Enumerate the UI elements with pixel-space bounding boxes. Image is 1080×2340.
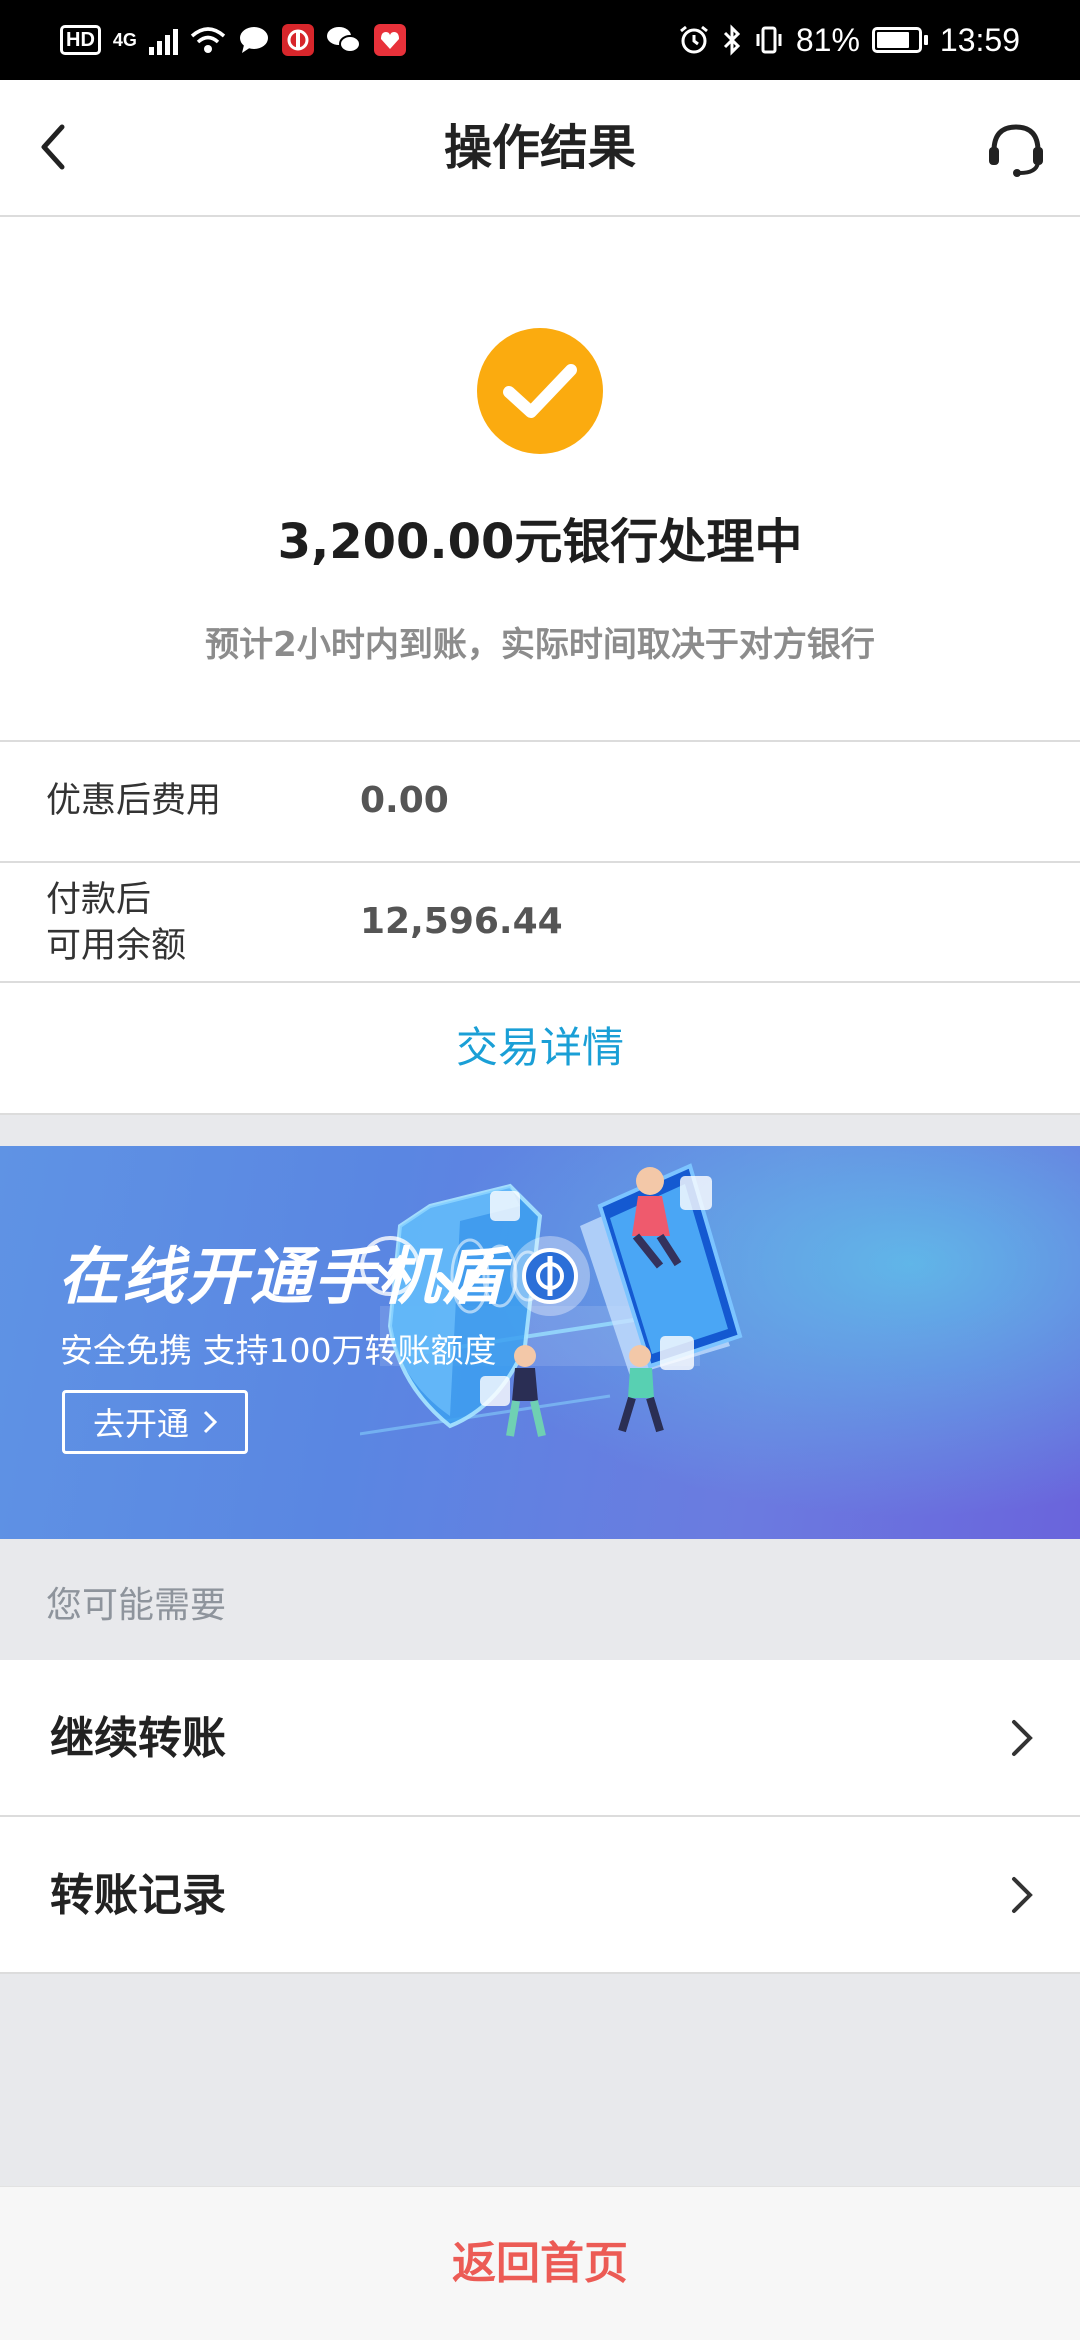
nav-bar: 操作结果 xyxy=(0,80,1080,217)
message-icon xyxy=(239,27,268,53)
promo-banner[interactable]: 在线开通手机盾 安全免携 支持100万转账额度 去开通 xyxy=(0,1146,1080,1539)
battery-percent: 81% xyxy=(795,21,860,58)
chevron-right-icon xyxy=(1012,1720,1033,1756)
transaction-detail-link[interactable]: 交易详情 xyxy=(0,981,1080,1115)
bank-app-icon xyxy=(281,24,314,56)
list-item-label: 转账记录 xyxy=(50,1870,226,1921)
banner-button-label: 去开通 xyxy=(92,1405,189,1443)
page-title: 操作结果 xyxy=(443,120,636,176)
result-section: 3,200.00元银行处理中 预计2小时内到账，实际时间取决于对方银行 xyxy=(0,217,1080,740)
hd-indicator: HD xyxy=(60,25,101,55)
vibrate-icon xyxy=(756,26,782,54)
back-button[interactable] xyxy=(22,112,82,182)
status-bar-right: 81% 13:59 xyxy=(678,22,1020,59)
result-title: 3,200.00元银行处理中 xyxy=(277,514,803,570)
balance-row: 付款后 可用余额 12,596.44 xyxy=(0,861,1080,981)
signal-icon xyxy=(148,25,178,55)
return-home-button[interactable]: 返回首页 xyxy=(0,2186,1080,2340)
chevron-right-icon xyxy=(203,1410,217,1434)
fee-row: 优惠后费用 0.00 xyxy=(0,740,1080,861)
shopping-app-icon xyxy=(373,24,406,56)
balance-label-line2: 可用余额 xyxy=(46,926,187,966)
network-type: 4G xyxy=(112,30,137,50)
list-item-label: 继续转账 xyxy=(50,1713,226,1764)
bluetooth-icon xyxy=(723,24,740,56)
clock: 13:59 xyxy=(939,21,1020,58)
list-item-continue-transfer[interactable]: 继续转账 xyxy=(0,1660,1080,1817)
fee-label: 优惠后费用 xyxy=(46,781,222,821)
balance-label: 付款后 可用余额 xyxy=(46,877,186,969)
banner-title: 在线开通手机盾 xyxy=(58,1240,507,1313)
status-bar: HD 4G 81% 13:59 xyxy=(0,0,1080,80)
headset-icon xyxy=(989,124,1043,177)
wifi-icon xyxy=(190,27,226,53)
check-circle-icon xyxy=(477,328,603,454)
wechat-icon xyxy=(326,27,361,53)
fee-value: 0.00 xyxy=(360,780,449,821)
suggestions-header: 您可能需要 xyxy=(46,1585,227,1626)
balance-label-line1: 付款后 xyxy=(46,880,152,920)
battery-icon xyxy=(871,27,928,53)
status-bar-left: HD 4G xyxy=(60,24,406,56)
balance-value: 12,596.44 xyxy=(360,901,563,942)
chevron-right-icon xyxy=(1012,1877,1033,1913)
list-item-transfer-records[interactable]: 转账记录 xyxy=(0,1817,1080,1974)
result-subtitle: 预计2小时内到账，实际时间取决于对方银行 xyxy=(205,625,875,665)
alarm-icon xyxy=(679,25,708,54)
customer-service-button[interactable] xyxy=(978,114,1054,184)
banner-subtitle: 安全免携 支持100万转账额度 xyxy=(60,1331,497,1370)
banner-open-button[interactable]: 去开通 xyxy=(62,1390,248,1454)
chevron-left-icon xyxy=(41,124,65,170)
